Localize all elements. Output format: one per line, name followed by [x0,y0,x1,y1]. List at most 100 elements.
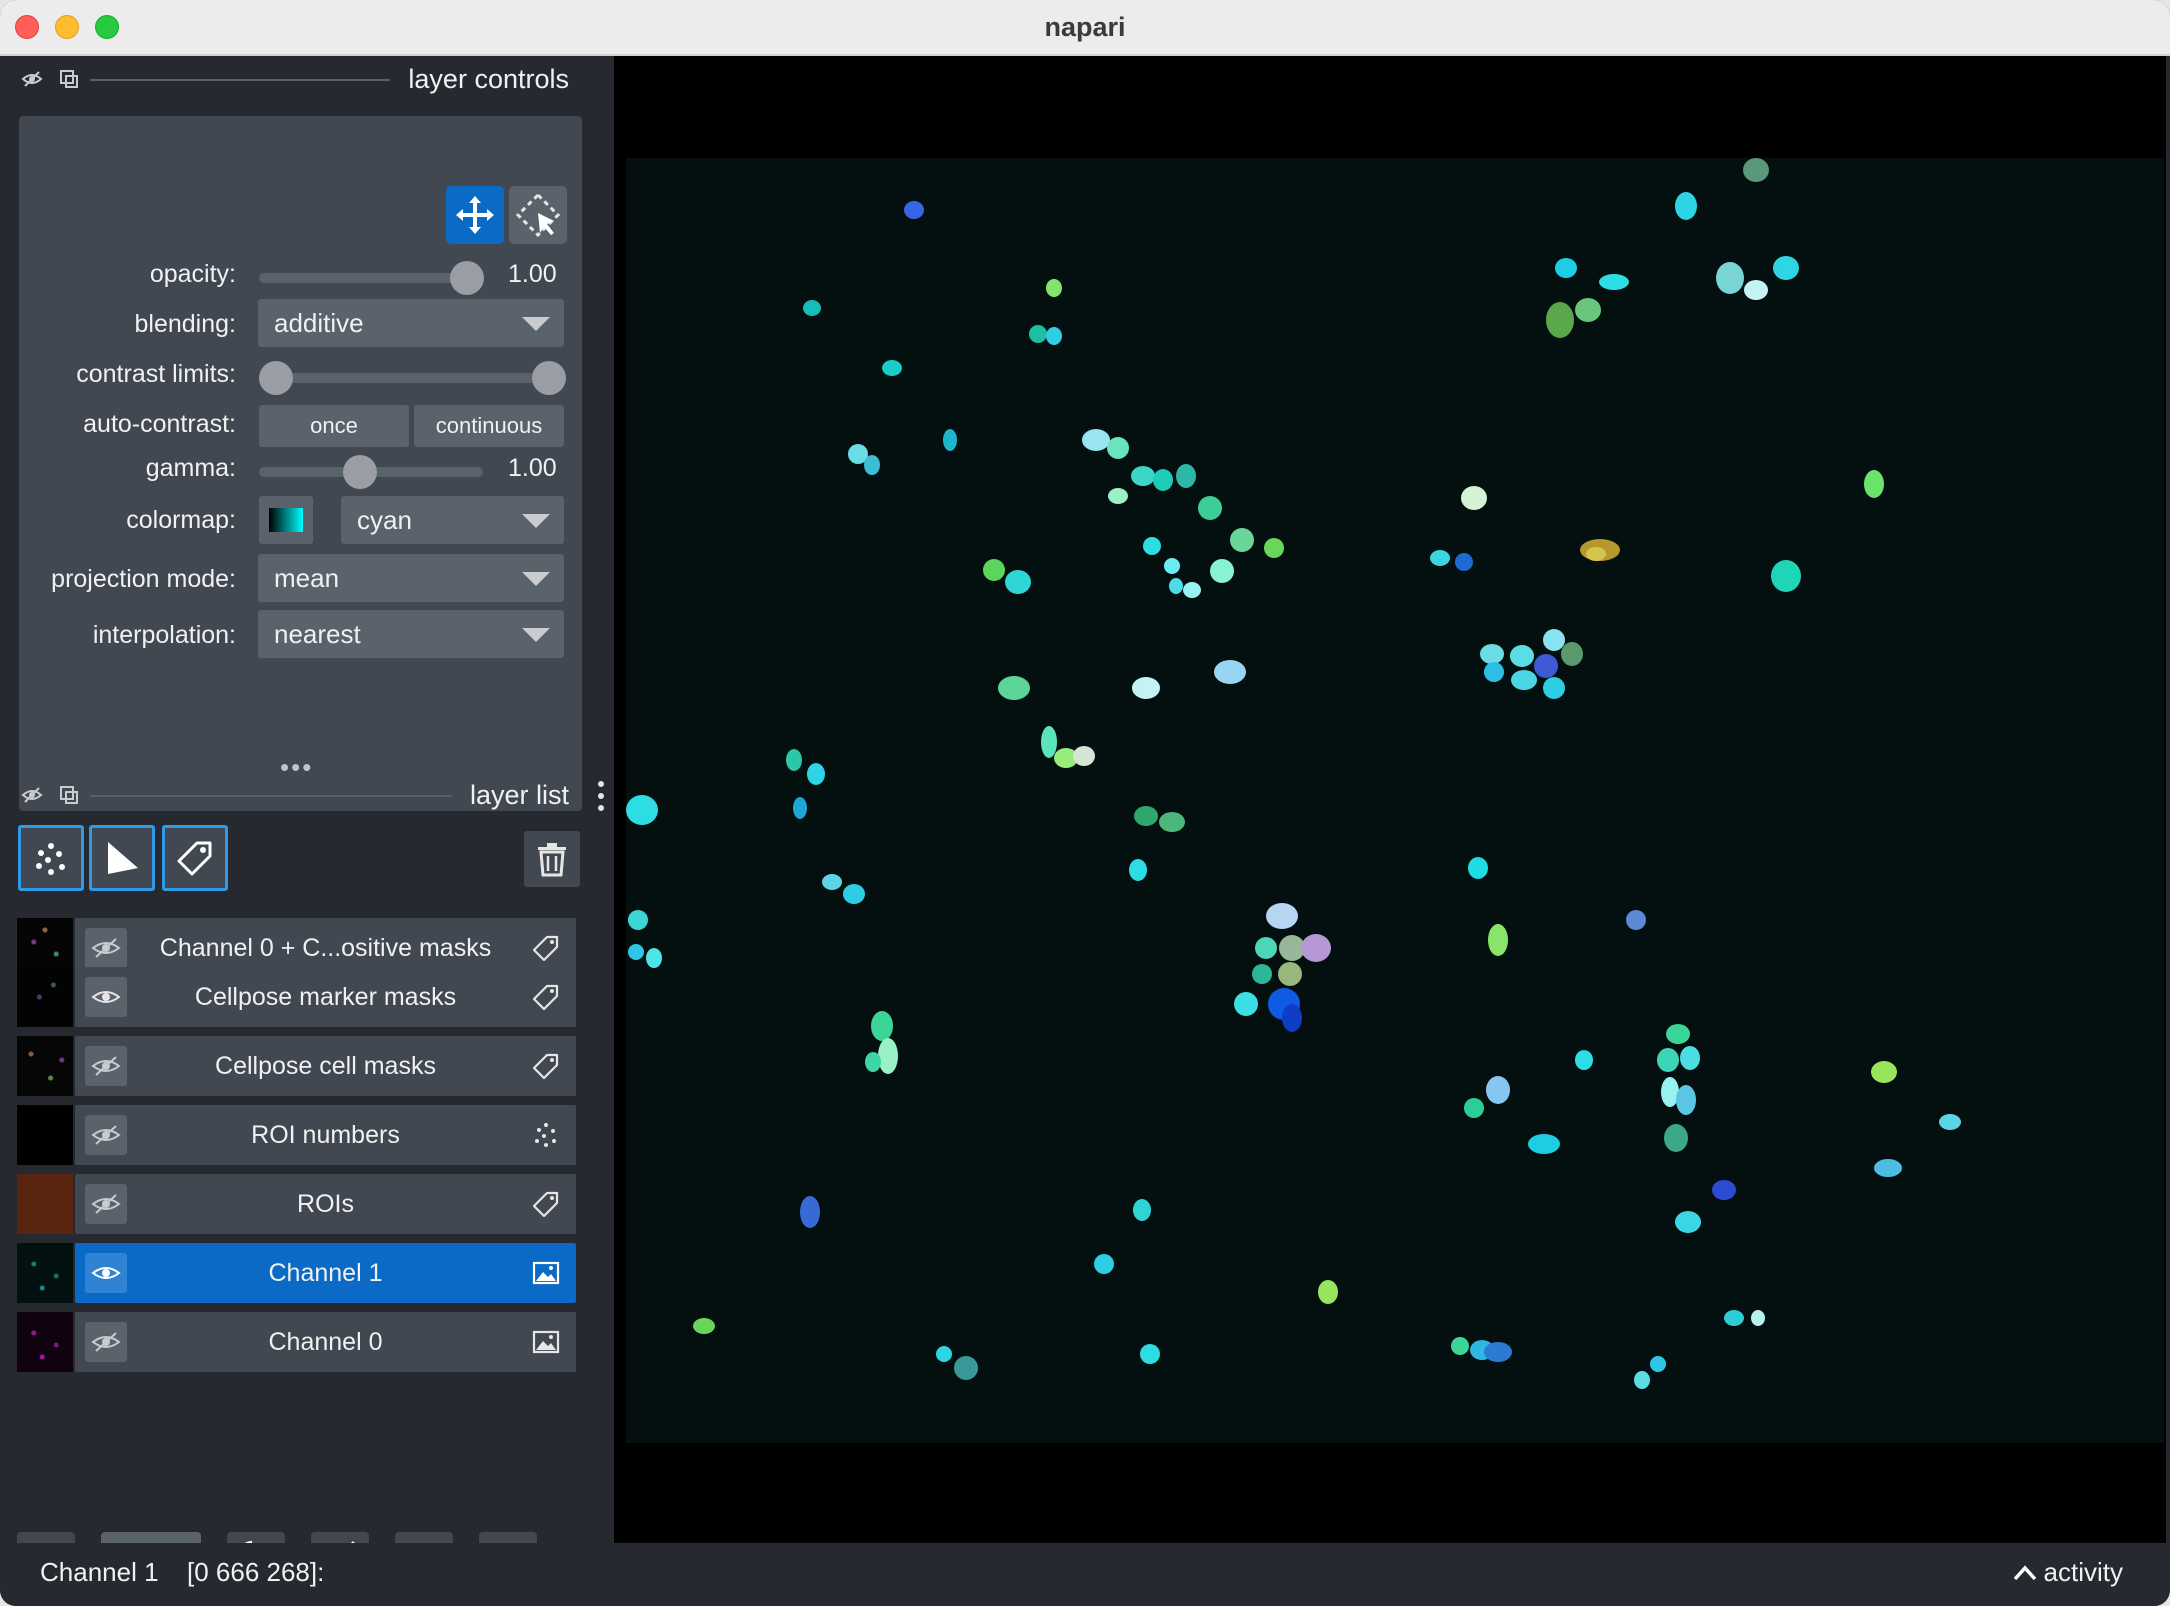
opacity-slider-handle[interactable] [450,261,484,295]
auto-contrast-continuous-button[interactable]: continuous [414,405,564,447]
layer-list-title: layer list [469,780,569,810]
interpolation-dropdown[interactable]: nearest [258,610,564,658]
status-bar: Channel 1 [0 666 268]: activity [0,1543,2170,1606]
float-panel-icon[interactable] [58,68,80,90]
layer-thumbnail [17,1036,73,1096]
chevron-down-icon [522,514,550,528]
transform-mode-button[interactable] [509,186,567,244]
layer-row[interactable]: ROI numbers [17,1105,576,1165]
header-divider [90,795,452,797]
visibility-toggle[interactable] [85,1115,127,1155]
status-coordinates: [0 666 268]: [187,1557,325,1587]
eye-hidden-icon [91,938,121,958]
shapes-icon [108,842,138,874]
eye-hidden-icon [91,1125,121,1145]
layer-controls-header: layer controls [0,56,612,102]
layer-name: Cellpose marker masks [194,983,457,1011]
status-layer-name: Channel 1 [40,1557,159,1587]
eye-hidden-icon [91,1056,121,1076]
layer-body[interactable]: ROIs [75,1174,576,1234]
visibility-toggle[interactable] [85,1253,127,1293]
colormap-swatch [269,508,303,532]
visibility-toggle[interactable] [85,1322,127,1362]
trash-icon [538,843,566,877]
layer-name: ROIs [297,1190,354,1218]
contrast-min-handle[interactable] [259,361,293,395]
opacity-label: opacity: [149,260,236,288]
hide-panel-icon[interactable] [21,68,43,90]
colormap-value: cyan [357,505,412,535]
label-icon [532,1053,559,1080]
layer-thumbnail [17,1312,73,1372]
napari-window: napari layer controls opacity: 1.00 blen… [0,0,2170,1606]
contrast-max-handle[interactable] [532,361,566,395]
chevron-down-icon [522,317,550,331]
chevron-down-icon [522,572,550,586]
blending-label: blending: [134,310,236,338]
pan-zoom-mode-button[interactable] [446,186,504,244]
float-panel-icon[interactable] [58,784,80,806]
layer-row[interactable]: Cellpose marker masks [17,967,576,1027]
layer-row[interactable]: Channel 0 [17,1312,576,1372]
layer-controls-panel: opacity: 1.00 blending: additive contras… [19,116,582,811]
viewer-canvas[interactable] [614,56,2166,1543]
layer-name: Cellpose cell masks [215,1052,436,1080]
projection-mode-value: mean [274,563,340,593]
points-icon [535,1123,556,1147]
layer-thumbnail [17,1174,73,1234]
delete-layer-button[interactable] [524,831,580,887]
label-icon [532,984,559,1011]
new-shapes-layer-button[interactable] [89,825,155,891]
layer-body[interactable]: Cellpose marker masks [75,967,576,1027]
layer-row[interactable]: ROIs [17,1174,576,1234]
activity-button[interactable]: activity [2012,1557,2123,1588]
colormap-preview-button[interactable] [259,496,313,544]
points-icon [36,843,65,875]
layer-row-selected[interactable]: Channel 1 [17,1243,576,1303]
label-tag-icon [177,841,212,876]
hide-panel-icon[interactable] [21,784,43,806]
new-labels-layer-button[interactable] [162,825,228,891]
image-icon [532,1330,560,1354]
interpolation-value: nearest [274,619,361,649]
layer-body[interactable]: Cellpose cell masks [75,1036,576,1096]
eye-icon [91,991,121,1003]
eye-icon [91,1267,121,1279]
colormap-dropdown[interactable]: cyan [341,496,564,544]
layer-row[interactable]: Cellpose cell masks [17,1036,576,1096]
transform-select-icon [515,192,561,238]
layer-controls-title: layer controls [408,64,569,94]
eye-hidden-icon [91,1332,121,1352]
layer-body[interactable]: Channel 1 [75,1243,576,1303]
visibility-toggle[interactable] [85,1046,127,1086]
eye-hidden-icon [91,1194,121,1214]
layer-thumbnail [17,1105,73,1165]
layer-body[interactable]: Channel 0 [75,1312,576,1372]
layer-body[interactable]: ROI numbers [75,1105,576,1165]
header-divider [90,79,390,81]
label-icon [532,935,559,962]
colormap-label: colormap: [126,506,236,534]
label-icon [532,1191,559,1218]
visibility-toggle[interactable] [85,977,127,1017]
layer-name: Channel 0 [268,1328,383,1356]
blending-dropdown[interactable]: additive [258,299,564,347]
contrast-limits-slider[interactable] [269,373,559,383]
interpolation-label: interpolation: [92,621,236,649]
gamma-slider-handle[interactable] [343,455,377,489]
activity-label: activity [2043,1557,2123,1587]
opacity-value: 1.00 [508,260,557,288]
visibility-toggle[interactable] [85,928,127,968]
title-bar: napari [0,0,2170,56]
chevron-up-icon [2013,1564,2036,1580]
microscopy-image[interactable] [626,158,2164,1443]
auto-contrast-once-button[interactable]: once [259,405,409,447]
move-arrows-icon [456,196,494,234]
layer-list-header: layer list [0,772,612,818]
new-points-layer-button[interactable] [18,825,84,891]
more-options-icon[interactable] [594,778,608,814]
chevron-down-icon [522,628,550,642]
visibility-toggle[interactable] [85,1184,127,1224]
layer-name: Channel 1 [268,1259,383,1287]
projection-mode-dropdown[interactable]: mean [258,554,564,602]
